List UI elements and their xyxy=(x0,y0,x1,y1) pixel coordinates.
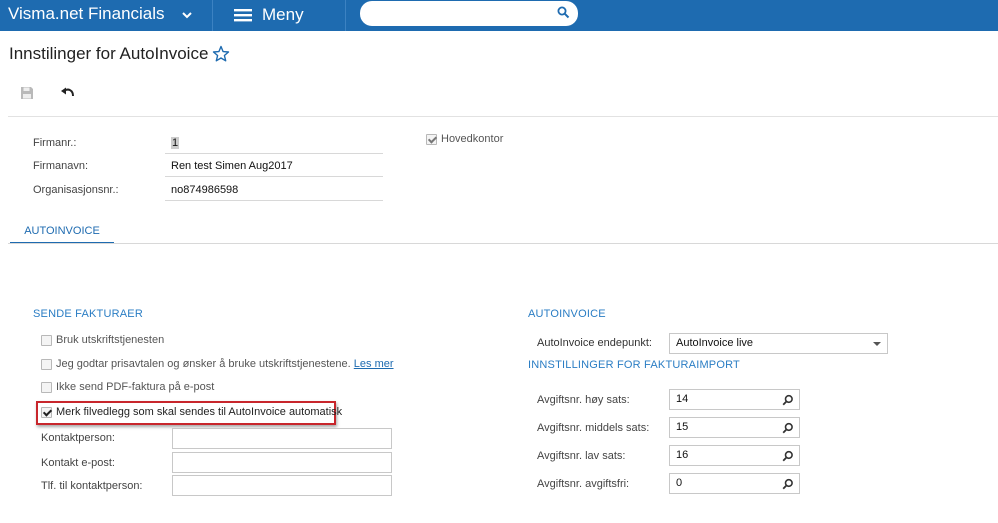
vat-medium-label: Avgiftsnr. middels sats: xyxy=(537,422,650,434)
star-icon[interactable] xyxy=(212,45,230,63)
undo-icon[interactable] xyxy=(60,86,76,100)
vat-high-value: 14 xyxy=(676,393,689,405)
head-office-checkbox[interactable] xyxy=(426,134,437,145)
lookup-icon[interactable] xyxy=(782,450,794,462)
chevron-down-icon xyxy=(873,342,881,346)
accept-price-agreement-label: Jeg godtar prisavtalen og ønsker å bruke… xyxy=(56,358,394,370)
company-name-underline xyxy=(165,176,383,177)
company-no-label: Firmanr.: xyxy=(33,137,77,149)
endpoint-value: AutoInvoice live xyxy=(676,337,754,349)
no-pdf-email-checkbox[interactable] xyxy=(41,382,52,393)
head-office-label: Hovedkontor xyxy=(441,133,504,145)
lookup-icon[interactable] xyxy=(782,394,794,406)
vat-medium-value: 15 xyxy=(676,421,689,433)
vat-exempt-value: 0 xyxy=(676,477,683,489)
contact-person-input[interactable] xyxy=(172,428,392,449)
vat-medium-input[interactable]: 15 xyxy=(669,417,800,438)
read-more-link[interactable]: Les mer xyxy=(354,358,394,370)
endpoint-label: AutoInvoice endepunkt: xyxy=(537,337,652,349)
autoinvoice-heading: AUTOINVOICE xyxy=(528,308,606,320)
tab-divider xyxy=(8,243,998,244)
company-name-value: Ren test Simen Aug2017 xyxy=(171,160,293,172)
accept-price-agreement-checkbox[interactable] xyxy=(41,359,52,370)
no-pdf-email-label: Ikke send PDF-faktura på e-post xyxy=(56,381,215,393)
tab-autoinvoice[interactable]: AUTOINVOICE xyxy=(10,222,114,244)
lookup-icon[interactable] xyxy=(782,422,794,434)
vat-low-value: 16 xyxy=(676,449,689,461)
app-title[interactable]: Visma.net Financials xyxy=(8,4,165,24)
lookup-icon[interactable] xyxy=(782,478,794,490)
toolbar-divider xyxy=(8,116,998,117)
company-no-underline xyxy=(165,153,383,154)
accept-price-agreement-text: Jeg godtar prisavtalen og ønsker å bruke… xyxy=(56,358,351,370)
vat-high-input[interactable]: 14 xyxy=(669,389,800,410)
hamburger-icon xyxy=(234,9,252,22)
contact-email-label: Kontakt e-post: xyxy=(41,457,115,469)
top-bar: Visma.net Financials Meny xyxy=(0,0,998,31)
use-print-service-label: Bruk utskriftstjenesten xyxy=(56,334,165,346)
send-invoices-heading: SENDE FAKTURAER xyxy=(33,308,143,320)
page-title: Innstilinger for AutoInvoice xyxy=(9,44,209,63)
contact-email-input[interactable] xyxy=(172,452,392,473)
search-icon[interactable] xyxy=(557,6,570,19)
mark-attachments-checkbox[interactable] xyxy=(41,407,52,418)
contact-phone-label: Tlf. til kontaktperson: xyxy=(41,480,143,492)
use-print-service-checkbox[interactable] xyxy=(41,335,52,346)
endpoint-select[interactable]: AutoInvoice live xyxy=(669,333,888,354)
org-no-underline xyxy=(165,200,383,201)
invoice-import-heading: INNSTILLINGER FOR FAKTURAIMPORT xyxy=(528,359,740,371)
org-no-label: Organisasjonsnr.: xyxy=(33,184,119,196)
company-no-value[interactable]: 1 xyxy=(171,137,180,149)
vat-high-label: Avgiftsnr. høy sats: xyxy=(537,394,630,406)
vat-low-label: Avgiftsnr. lav sats: xyxy=(537,450,626,462)
contact-phone-input[interactable] xyxy=(172,475,392,496)
menu-button[interactable]: Meny xyxy=(234,4,304,26)
vat-exempt-label: Avgiftsnr. avgiftsfri: xyxy=(537,478,630,490)
company-name-label: Firmanavn: xyxy=(33,160,89,172)
save-icon[interactable] xyxy=(20,86,34,100)
chevron-down-icon[interactable] xyxy=(180,8,194,22)
vat-exempt-input[interactable]: 0 xyxy=(669,473,800,494)
menu-label: Meny xyxy=(262,5,304,24)
mark-attachments-label: Merk filvedlegg som skal sendes til Auto… xyxy=(56,406,343,418)
search-input[interactable] xyxy=(360,1,578,26)
contact-person-label: Kontaktperson: xyxy=(41,432,115,444)
topbar-separator xyxy=(212,0,213,31)
org-no-value: no874986598 xyxy=(171,184,239,196)
topbar-separator xyxy=(345,0,346,31)
vat-low-input[interactable]: 16 xyxy=(669,445,800,466)
